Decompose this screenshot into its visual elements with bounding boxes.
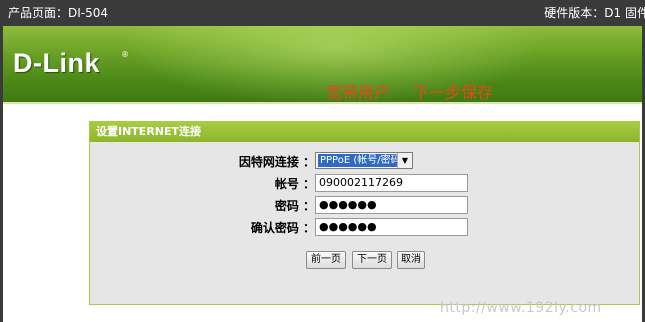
panel-title: 设置INTERNET连接 xyxy=(90,122,639,142)
chevron-down-icon[interactable]: ▼ xyxy=(397,153,412,168)
connection-type-select[interactable]: PPPoE (帐号/密码) ▼ xyxy=(315,152,413,169)
connection-row: 因特网连接 ： PPPoE (帐号/密码) ▼ xyxy=(90,152,639,170)
top-bar: 产品页面：DI-504 硬件版本：D1 固件 xyxy=(0,0,645,26)
nav-links: 宽带用户 下一步保存 xyxy=(326,79,511,103)
account-row: 帐号 ： 090002117269 xyxy=(90,174,639,192)
hardware-version-label: 硬件版本：D1 固件 xyxy=(544,6,645,20)
dlink-logo: D-Link xyxy=(13,48,100,78)
account-input[interactable]: 090002117269 xyxy=(315,174,468,192)
confirm-password-row: 确认密码 ： ●●●●●● xyxy=(90,218,639,236)
password-row: 密码 ： ●●●●●● xyxy=(90,196,639,214)
internet-setup-panel: 设置INTERNET连接 因特网连接 ： PPPoE (帐号/密码) ▼ 帐号 … xyxy=(89,121,640,305)
prev-page-button[interactable]: 前一页 xyxy=(306,251,346,269)
password-input[interactable]: ●●●●●● xyxy=(315,196,468,214)
next-page-button[interactable]: 下一页 xyxy=(352,251,392,269)
connection-label: 因特网连接 ： xyxy=(238,155,315,169)
product-page-label: 产品页面：DI-504 xyxy=(8,6,109,20)
account-label: 帐号 ： xyxy=(274,177,315,191)
next-save-link[interactable]: 下一步保存 xyxy=(413,83,493,102)
password-label: 密码 ： xyxy=(274,199,315,213)
header-banner: D-Link ® xyxy=(3,26,642,102)
confirm-password-input[interactable]: ●●●●●● xyxy=(315,218,468,236)
cancel-button[interactable]: 取消 xyxy=(397,251,425,269)
banner-underline xyxy=(3,102,642,104)
connection-type-value: PPPoE (帐号/密码) xyxy=(318,154,407,167)
watermark-text: http://www.192ly.com xyxy=(440,300,602,316)
confirm-password-label: 确认密码 ： xyxy=(250,221,315,235)
broadband-user-link[interactable]: 宽带用户 xyxy=(326,83,390,102)
registered-mark: ® xyxy=(121,50,129,59)
